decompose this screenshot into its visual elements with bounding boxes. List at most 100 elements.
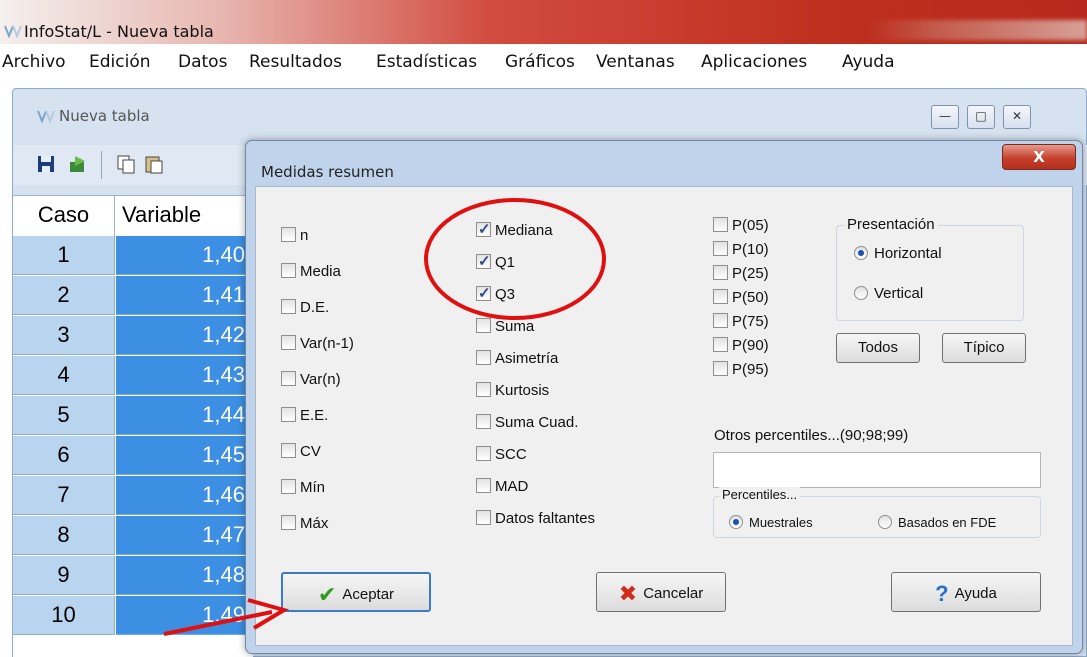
checkbox-label: Máx bbox=[300, 515, 329, 532]
paste-icon[interactable] bbox=[143, 153, 165, 175]
row-number-cell[interactable]: 6 bbox=[13, 436, 115, 475]
checkbox-label: n bbox=[300, 227, 309, 244]
row-number-cell[interactable]: 3 bbox=[13, 316, 115, 355]
copy-icon[interactable] bbox=[115, 153, 137, 175]
minimize-button[interactable]: — bbox=[931, 105, 959, 129]
variable-cell[interactable]: 1,47 bbox=[116, 516, 253, 555]
checkbox-label: Media bbox=[300, 263, 341, 280]
row-number-cell[interactable]: 4 bbox=[13, 356, 115, 395]
checkbox-label: P(05) bbox=[732, 217, 769, 234]
menu-resultados[interactable]: Resultados bbox=[249, 52, 342, 72]
checkbox-mad[interactable]: MAD bbox=[476, 478, 528, 495]
row-number-cell[interactable]: 7 bbox=[13, 476, 115, 515]
table-row[interactable]: 3 1,42 bbox=[13, 316, 253, 356]
column-header-caso[interactable]: Caso bbox=[13, 196, 115, 236]
highlight-circle bbox=[424, 198, 606, 320]
checkbox-p-25[interactable]: P(25) bbox=[713, 265, 769, 282]
menu-edicion[interactable]: Edición bbox=[89, 52, 151, 72]
menu-archivo[interactable]: Archivo bbox=[2, 52, 66, 72]
close-window-button[interactable]: ✕ bbox=[1003, 105, 1031, 129]
checkbox-datos-faltantes[interactable]: Datos faltantes bbox=[476, 510, 595, 527]
checkbox-var-n[interactable]: Var(n) bbox=[281, 371, 341, 388]
checkbox-m-x[interactable]: Máx bbox=[281, 515, 328, 532]
checkbox-p-75[interactable]: P(75) bbox=[713, 313, 769, 330]
row-number-cell[interactable]: 1 bbox=[13, 236, 115, 275]
table-row[interactable]: 8 1,47 bbox=[13, 516, 253, 556]
checkbox-n[interactable]: n bbox=[281, 227, 308, 244]
checkbox-label: Kurtosis bbox=[495, 382, 550, 399]
table-row[interactable]: 1 1,40 bbox=[13, 236, 253, 276]
row-number-cell[interactable]: 5 bbox=[13, 396, 115, 435]
save-icon[interactable] bbox=[35, 153, 57, 175]
radio-selected-icon bbox=[729, 515, 743, 529]
checkbox-d-e[interactable]: D.E. bbox=[281, 299, 329, 316]
ayuda-label: Ayuda bbox=[954, 585, 997, 602]
checkbox-unchecked-icon bbox=[281, 479, 296, 494]
close-icon: X bbox=[1033, 148, 1045, 166]
table-row[interactable]: 4 1,43 bbox=[13, 356, 253, 396]
table-row[interactable]: 6 1,45 bbox=[13, 436, 253, 476]
ayuda-button[interactable]: ? Ayuda bbox=[891, 572, 1041, 612]
radio-muestrales[interactable]: Muestrales bbox=[729, 515, 813, 530]
variable-cell[interactable]: 1,42 bbox=[116, 316, 253, 355]
radio-basados-fde[interactable]: Basados en FDE bbox=[878, 515, 996, 530]
export-icon[interactable] bbox=[67, 153, 89, 175]
table-row[interactable]: 7 1,46 bbox=[13, 476, 253, 516]
row-number-cell[interactable]: 8 bbox=[13, 516, 115, 555]
checkbox-unchecked-icon bbox=[713, 241, 728, 256]
aceptar-label: Aceptar bbox=[342, 586, 395, 603]
menu-aplicaciones[interactable]: Aplicaciones bbox=[701, 52, 807, 72]
aceptar-button[interactable]: ✔ Aceptar bbox=[281, 572, 431, 612]
checkbox-p-10[interactable]: P(10) bbox=[713, 241, 769, 258]
checkbox-p-95[interactable]: P(95) bbox=[713, 361, 769, 378]
table-row[interactable]: 5 1,44 bbox=[13, 396, 253, 436]
menu-ventanas[interactable]: Ventanas bbox=[596, 52, 675, 72]
menu-graficos[interactable]: Gráficos bbox=[505, 52, 575, 72]
app-title: InfoStat/L - Nueva tabla bbox=[24, 22, 214, 41]
variable-cell[interactable]: 1,43 bbox=[116, 356, 253, 395]
checkbox-m-n[interactable]: Mín bbox=[281, 479, 325, 496]
checkbox-media[interactable]: Media bbox=[281, 263, 341, 280]
table-row[interactable]: 2 1,41 bbox=[13, 276, 253, 316]
checkbox-p-50[interactable]: P(50) bbox=[713, 289, 769, 306]
otros-percentiles-input[interactable] bbox=[713, 452, 1041, 488]
tipico-button[interactable]: Típico bbox=[942, 333, 1026, 363]
row-number-cell[interactable]: 10 bbox=[13, 596, 115, 635]
checkbox-cv[interactable]: CV bbox=[281, 443, 321, 460]
checkbox-unchecked-icon bbox=[476, 318, 491, 333]
maximize-icon: □ bbox=[975, 109, 987, 123]
variable-cell[interactable]: 1,45 bbox=[116, 436, 253, 475]
checkbox-unchecked-icon bbox=[476, 510, 491, 525]
maximize-button[interactable]: □ bbox=[967, 105, 995, 129]
radio-unselected-icon bbox=[854, 286, 868, 300]
checkbox-scc[interactable]: SCC bbox=[476, 446, 527, 463]
checkbox-var-n-1[interactable]: Var(n-1) bbox=[281, 335, 354, 352]
checkbox-label: P(75) bbox=[732, 313, 769, 330]
checkbox-e-e[interactable]: E.E. bbox=[281, 407, 328, 424]
row-number-cell[interactable]: 2 bbox=[13, 276, 115, 315]
dialog-title: Medidas resumen bbox=[261, 163, 394, 181]
checkbox-kurtosis[interactable]: Kurtosis bbox=[476, 382, 549, 399]
variable-cell[interactable]: 1,41 bbox=[116, 276, 253, 315]
todos-button[interactable]: Todos bbox=[836, 333, 920, 363]
menu-estadisticas[interactable]: Estadísticas bbox=[376, 52, 477, 72]
column-header-variable[interactable]: Variable bbox=[116, 196, 253, 236]
radio-horizontal[interactable]: Horizontal bbox=[854, 245, 942, 262]
checkbox-p-05[interactable]: P(05) bbox=[713, 217, 769, 234]
checkbox-asimetr-a[interactable]: Asimetría bbox=[476, 350, 558, 367]
checkbox-p-90[interactable]: P(90) bbox=[713, 337, 769, 354]
menu-datos[interactable]: Datos bbox=[178, 52, 227, 72]
variable-cell[interactable]: 1,44 bbox=[116, 396, 253, 435]
radio-vertical-label: Vertical bbox=[874, 285, 924, 302]
row-number-cell[interactable]: 9 bbox=[13, 556, 115, 595]
checkbox-suma[interactable]: Suma bbox=[476, 318, 534, 335]
dialog-close-button[interactable]: X bbox=[1002, 144, 1076, 170]
radio-vertical[interactable]: Vertical bbox=[854, 285, 923, 302]
variable-cell[interactable]: 1,40 bbox=[116, 236, 253, 275]
checkbox-label: D.E. bbox=[300, 299, 330, 316]
checkbox-label: P(95) bbox=[732, 361, 769, 378]
cancelar-button[interactable]: ✖ Cancelar bbox=[596, 572, 726, 612]
variable-cell[interactable]: 1,46 bbox=[116, 476, 253, 515]
checkbox-suma-cuad[interactable]: Suma Cuad. bbox=[476, 414, 578, 431]
menu-ayuda[interactable]: Ayuda bbox=[842, 52, 895, 72]
